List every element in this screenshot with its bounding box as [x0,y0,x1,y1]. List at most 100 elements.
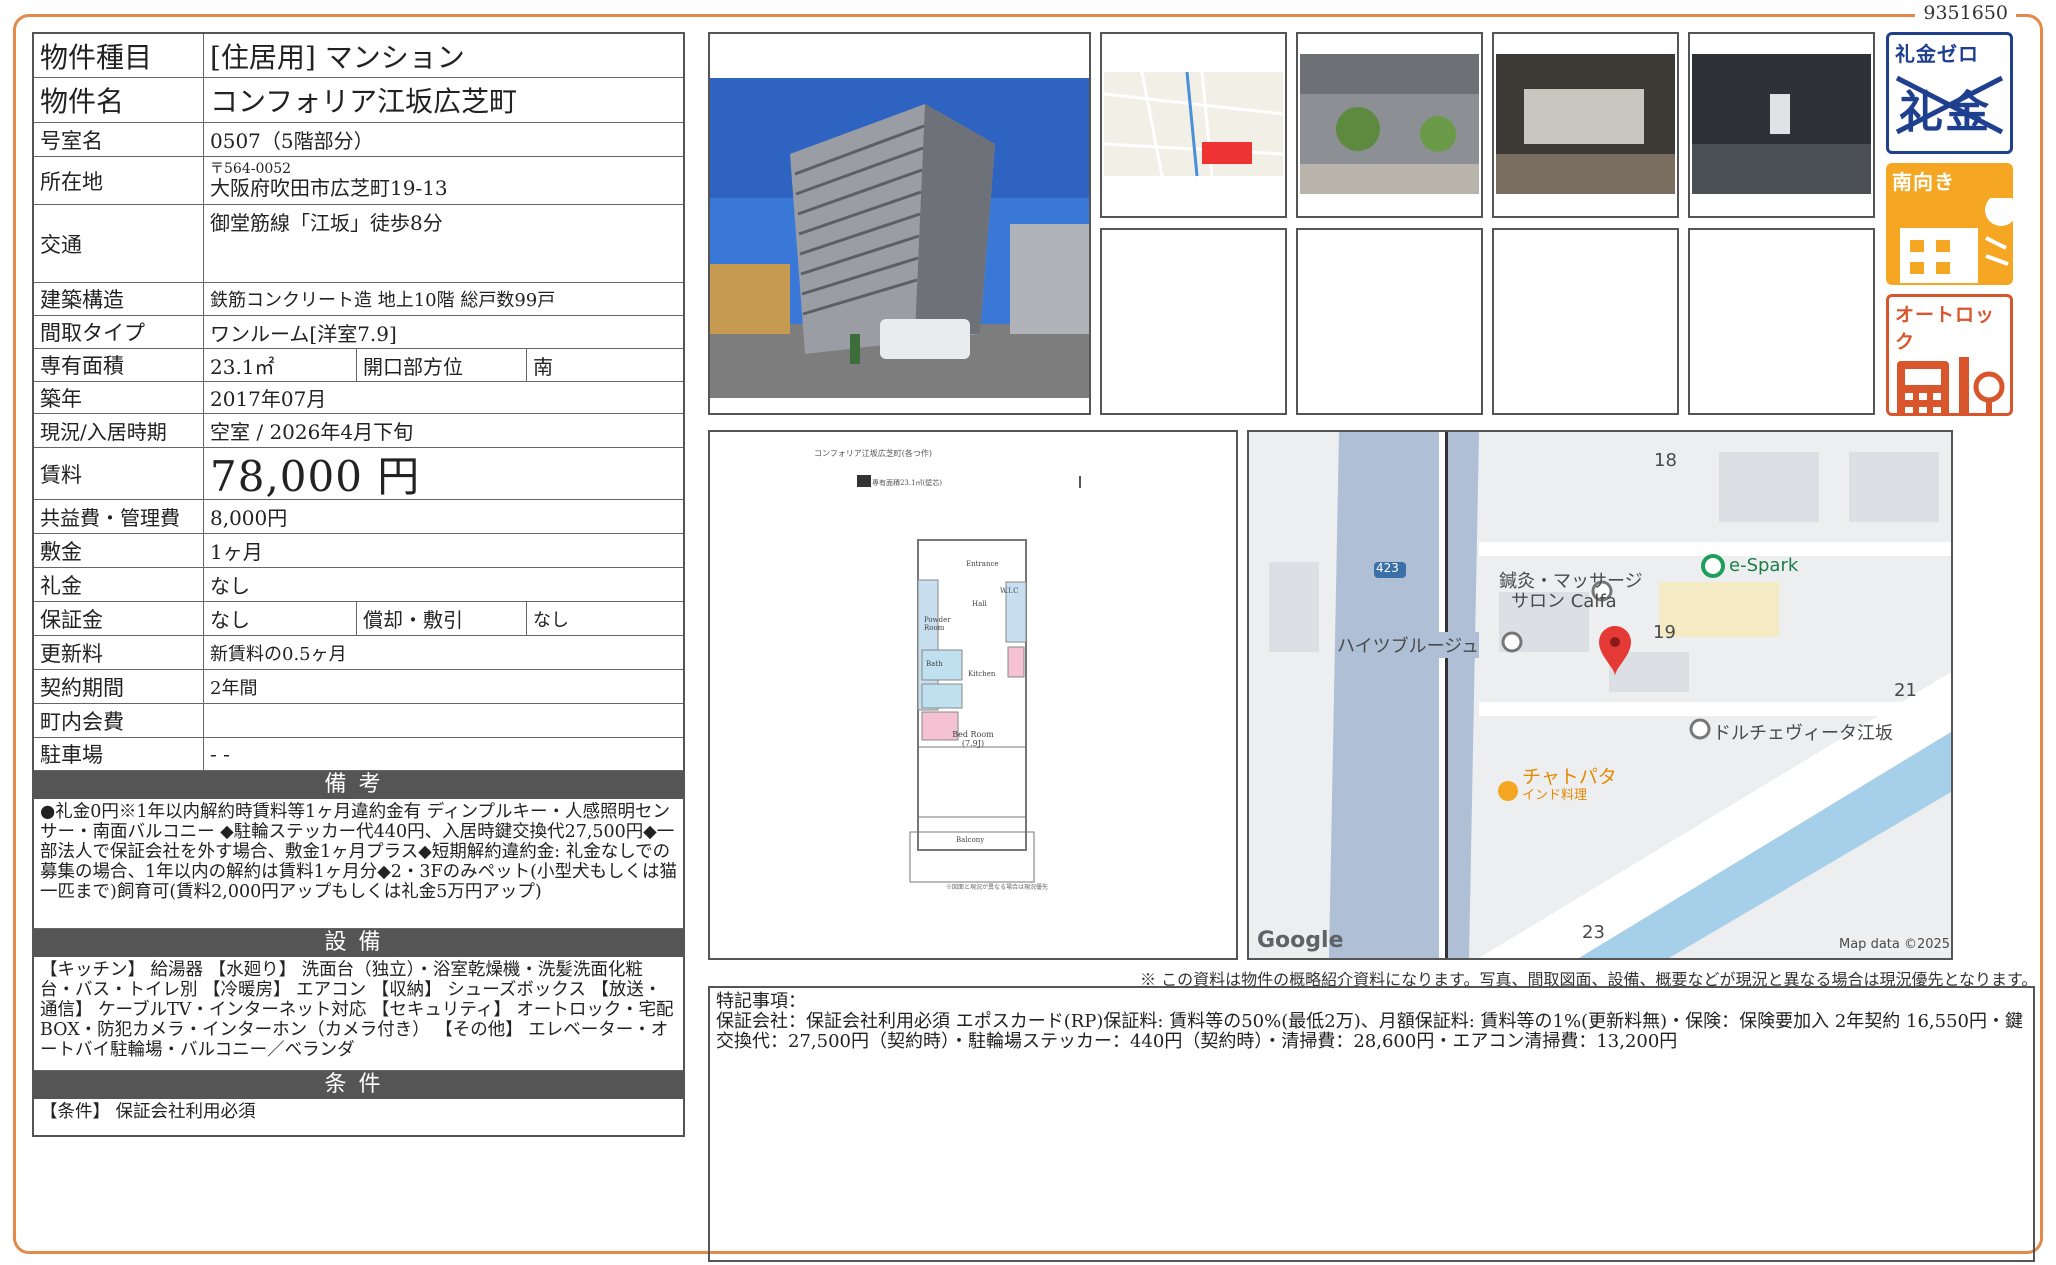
row-keymoney: 礼金 なし [34,568,683,602]
empty-thumbnail [1296,228,1483,415]
poi-label[interactable]: サロン Calfa [1511,587,1617,613]
area-direction: 23.1㎡ 開口部方位 南 [204,349,683,381]
floor-plan: コンフォリア江坂広芝町(各つ作) 1R 専有面積23.1㎡(壁芯) Entran… [708,430,1238,960]
map-block-number: 18 [1654,450,1677,471]
cross-icon [1895,75,2004,135]
label: 契約期間 [34,670,204,703]
reikin-zero-badge: 礼金ゼロ 礼金 [1886,32,2013,154]
badge-label: 南向き [1892,170,1955,194]
poi-label[interactable]: ハイツブルージュ [1337,632,1480,658]
label: 償却・敷引 [357,602,527,635]
amortization: なし [533,609,569,631]
label: 間取タイプ [34,316,204,348]
badge-label: オートロック [1895,304,1996,353]
row-parking: 駐車場 - - [34,738,683,771]
label: 専有面積 [34,349,204,381]
guarantee: なし [204,602,357,635]
room-label: Bath [926,660,943,668]
conditions-heading: 条件 [34,1071,683,1099]
label: 賃料 [34,448,204,499]
location-map[interactable]: 18 19 21 23 423 e-Spark 鍼灸・マッサージ サロン Cal… [1247,430,1953,960]
room-label: Powder Room [924,616,951,632]
label: 号室名 [34,123,204,156]
remarks-text: 保証会社：保証会社利用必須 エポスカード(RP)保証料: 賃料等の50%(最低2… [716,1011,2023,1052]
room-label: Balcony [956,836,985,844]
key-money: なし [210,574,250,598]
property-name: コンフォリア江坂広芝町 [210,85,518,118]
property-info-table: 物件種目 [住居用] マンション 物件名 コンフォリア江坂広芝町 号室名 050… [32,32,685,1137]
conditions-text: 【条件】 保証会社利用必須 [40,1102,256,1122]
deposit: 1ヶ月 [210,540,263,564]
label: 町内会費 [34,704,204,737]
row-fee: 共益費・管理費 8,000円 [34,500,683,534]
built-year: 2017年07月 [210,387,327,411]
property-type: [住居用] マンション [210,40,465,74]
row-room: 号室名 0507（5階部分） [34,123,683,157]
label: 敷金 [34,534,204,567]
notes-text: ●礼金0円※1年以内解約時賃料等1ヶ月違約金有 ディンプルキー・人感照明センサー… [34,799,683,929]
parking: - - [210,742,230,766]
room-label: W.I.C [1000,587,1019,595]
google-logo: Google [1257,928,1344,953]
label: 建築構造 [34,283,204,315]
lobby-image [1494,34,1677,216]
empty-thumbnail [1688,228,1875,415]
poi-label[interactable]: e-Spark [1729,555,1798,576]
row-contract: 契約期間 2年間 [34,670,683,704]
remarks-title: 特記事項： [716,991,806,1012]
label: 共益費・管理費 [34,500,204,533]
equipment-heading: 設備 [34,929,683,957]
label: 礼金 [34,568,204,601]
room-label: Hall [972,600,987,608]
keypad-key-icon [1897,357,2005,413]
row-renewal: 更新料 新賃料の0.5ヶ月 [34,636,683,670]
sun-house-icon [1900,194,2013,283]
rent: 78,000 円 [210,452,421,501]
poi-label[interactable]: ドルチェヴィータ江坂 [1713,719,1893,745]
zip-code: 〒564-0052 [210,161,292,177]
autolock-badge: オートロック [1886,294,2013,416]
row-location: 所在地 〒564-0052 大阪府吹田市広芝町19-13 [34,157,683,205]
town-fee [204,704,683,737]
address-block: 〒564-0052 大阪府吹田市広芝町19-13 [204,157,683,204]
map-thumb-image [1102,34,1285,216]
row-traffic: 交通 御堂筋線「江坂」徒歩8分 [34,205,683,283]
building-photo [708,32,1091,415]
room-label: Entrance [966,560,999,568]
label: 築年 [34,382,204,413]
row-area: 専有面積 23.1㎡ 開口部方位 南 [34,349,683,382]
label: 保証金 [34,602,204,635]
direction: 南 [533,354,553,379]
layout-type: ワンルーム[洋室7.9] [210,321,397,346]
lobby-photo [1492,32,1679,218]
badge-label: 礼金ゼロ [1895,42,1979,66]
document-id: 9351650 [1915,2,2016,24]
management-fee: 8,000円 [210,506,288,530]
room-label: Bed Room (7.9J) [952,730,994,748]
route-number: 423 [1376,561,1399,575]
row-guarantee: 保証金 なし 償却・敷引 なし [34,602,683,636]
south-facing-badge: 南向き [1886,163,2013,285]
map-block-number: 19 [1653,622,1676,643]
row-layout: 間取タイプ ワンルーム[洋室7.9] [34,316,683,349]
hallway-photo [1688,32,1875,218]
map-thumbnail [1100,32,1287,218]
label: 開口部方位 [357,349,527,381]
room-label: Kitchen [968,670,996,678]
label: 物件種目 [34,34,204,77]
entrance-image [1298,34,1481,216]
map-attribution: Map data ©2025 [1839,937,1951,952]
notes-heading: 備考 [34,771,683,799]
row-town-fee: 町内会費 [34,704,683,738]
guarantee-split: なし 償却・敷引 なし [204,602,683,635]
label: 交通 [34,205,204,282]
label: 物件名 [34,78,204,122]
map-block-number: 23 [1582,922,1605,943]
traffic: 御堂筋線「江坂」徒歩8分 [210,211,443,235]
entrance-photo [1296,32,1483,218]
structure: 鉄筋コンクリート造 地上10階 総戸数99戸 [210,290,556,311]
renewal-fee: 新賃料の0.5ヶ月 [210,643,347,665]
map-block-number: 21 [1894,680,1917,701]
row-type: 物件種目 [住居用] マンション [34,34,683,78]
empty-thumbnail [1100,228,1287,415]
